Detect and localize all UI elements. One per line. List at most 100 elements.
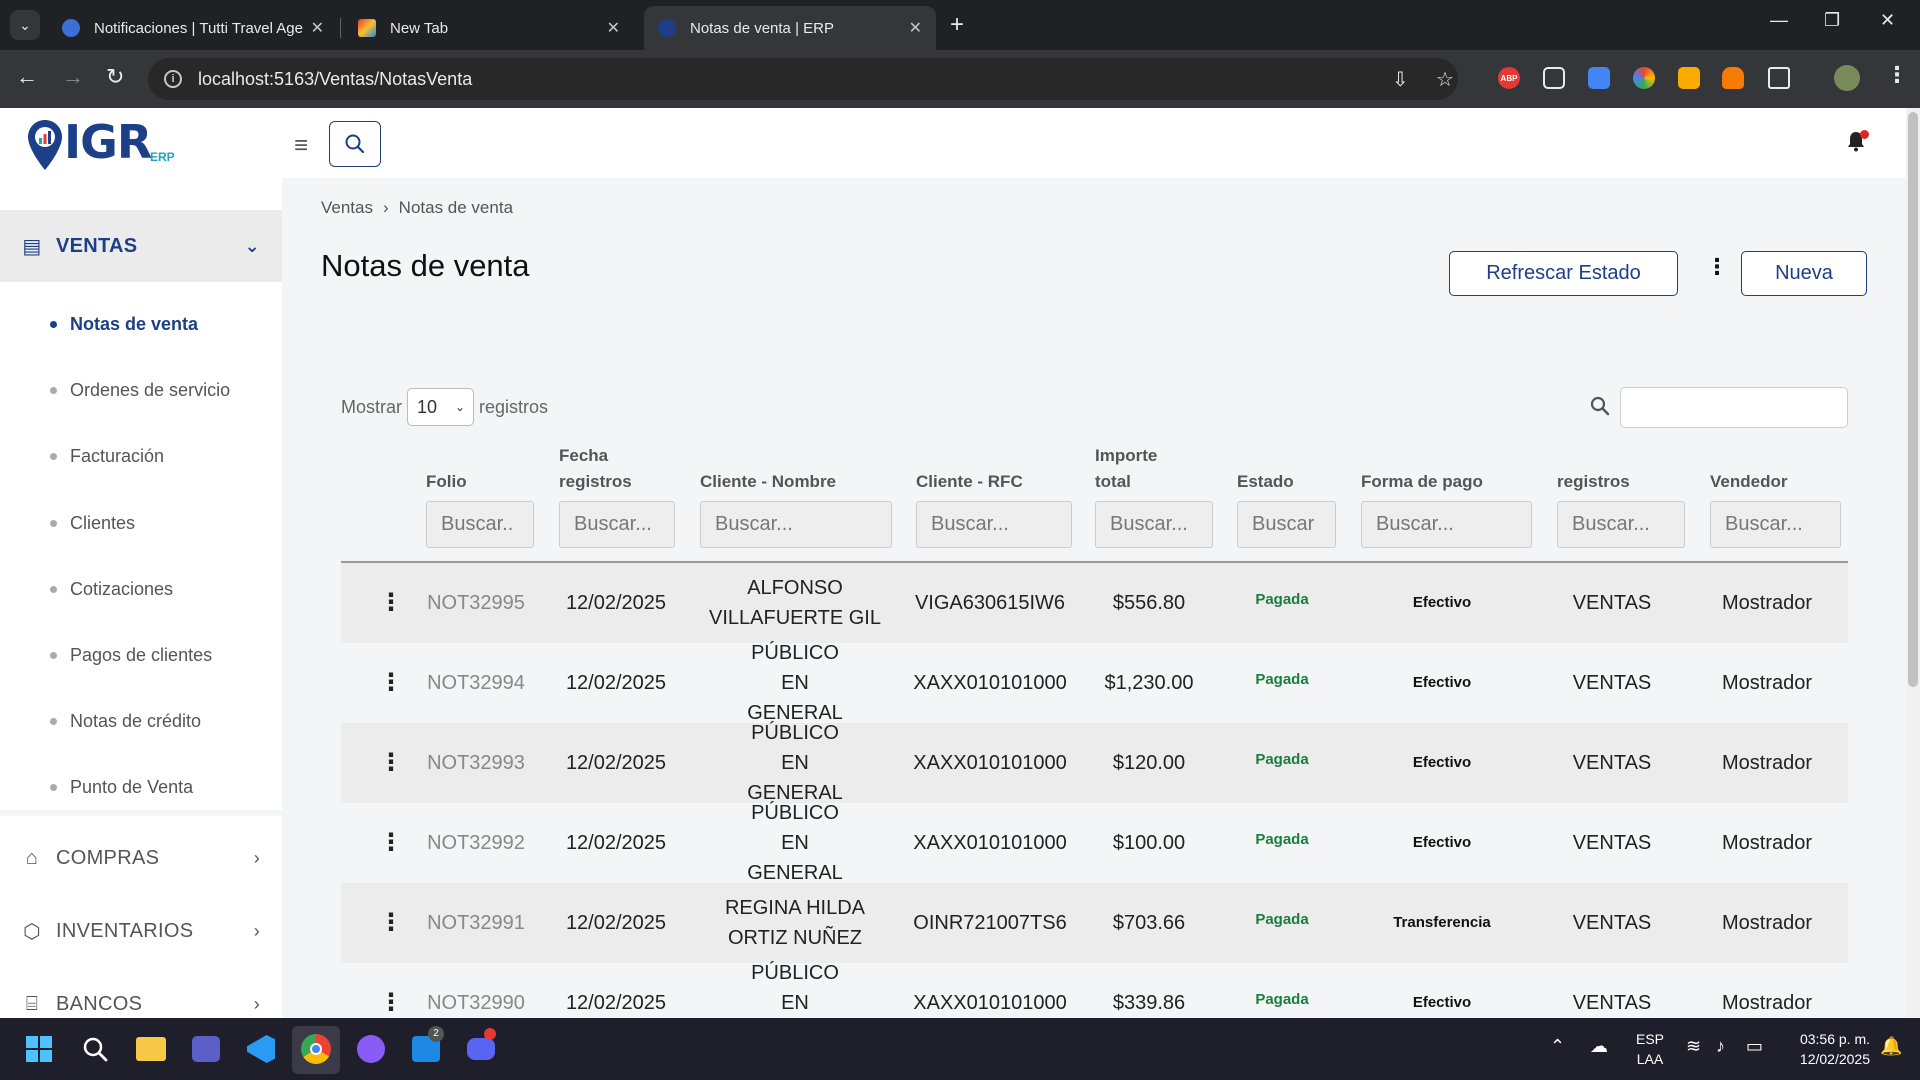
column-header-vendedor[interactable]: Vendedor xyxy=(1710,469,1787,495)
column-header-cliente-nombre[interactable]: Cliente - Nombre xyxy=(700,469,836,495)
close-icon[interactable]: ✕ xyxy=(909,18,922,38)
sidebar-section-compras[interactable]: ⌂ COMPRAS › xyxy=(0,833,282,883)
filter-cliente-nombre-input[interactable]: Buscar... xyxy=(700,501,892,548)
column-header-estado[interactable]: Estado xyxy=(1237,469,1294,495)
filter-forma-de-pago-input[interactable]: Buscar... xyxy=(1361,501,1532,548)
extension-fox-icon[interactable] xyxy=(1722,67,1744,89)
column-header-forma-de-pago[interactable]: Forma de pago xyxy=(1361,469,1483,495)
chevron-up-icon[interactable]: ⌃ xyxy=(1550,1036,1565,1057)
wifi-icon[interactable]: ≋ xyxy=(1686,1036,1701,1057)
filter-folio-input[interactable]: Buscar.. xyxy=(426,501,534,548)
extension-color-icon[interactable] xyxy=(1633,67,1655,89)
table-row[interactable]: ⋮ NOT32991 12/02/2025 REGINA HILDA ORTIZ… xyxy=(341,883,1848,963)
teams-icon[interactable] xyxy=(189,1032,223,1066)
cell-folio[interactable]: NOT32995 xyxy=(416,563,536,643)
back-icon[interactable]: ← xyxy=(16,64,38,90)
table-row[interactable]: ⋮ NOT32993 12/02/2025 PÚBLICO EN GENERAL… xyxy=(341,722,1848,804)
site-info-icon[interactable]: i xyxy=(164,70,182,88)
forward-icon[interactable]: → xyxy=(62,64,84,90)
row-actions-icon[interactable]: ⋮ xyxy=(361,803,421,883)
new-tab-button[interactable]: + xyxy=(950,12,964,38)
hamburger-menu-icon[interactable]: ≡ xyxy=(294,132,308,160)
restore-icon[interactable]: ❐ xyxy=(1824,10,1840,31)
table-row[interactable]: ⋮ NOT32992 12/02/2025 PÚBLICO EN GENERAL… xyxy=(341,802,1848,884)
sidebar-section-bancos[interactable]: ⌸ BANCOS › xyxy=(0,979,282,1018)
column-header-registros[interactable]: registros xyxy=(1557,469,1630,495)
filter-vendedor-input[interactable]: Buscar... xyxy=(1710,501,1841,548)
sidebar-item-punto-de-venta[interactable]: Punto de Venta xyxy=(50,777,193,798)
row-actions-icon[interactable]: ⋮ xyxy=(361,723,421,803)
browser-menu-icon[interactable]: ⋮ xyxy=(1886,62,1908,88)
tab-new-tab[interactable]: New Tab ✕ xyxy=(344,6,634,50)
global-search-button[interactable] xyxy=(329,121,381,167)
profile-avatar[interactable] xyxy=(1834,65,1860,91)
onedrive-cloud-icon[interactable]: ☁ xyxy=(1590,1036,1608,1057)
cell-folio[interactable]: NOT32990 xyxy=(416,963,536,1018)
reload-icon[interactable]: ↻ xyxy=(106,64,124,90)
clock[interactable]: 03:56 p. m. 12/02/2025 xyxy=(1780,1029,1870,1069)
column-header-cliente-rfc[interactable]: Cliente - RFC xyxy=(916,469,1023,495)
file-explorer-icon[interactable] xyxy=(134,1032,168,1066)
url-text[interactable]: localhost:5163/Ventas/NotasVenta xyxy=(198,69,472,90)
column-header-fecha[interactable]: Fecha registros xyxy=(559,443,649,495)
row-actions-icon[interactable]: ⋮ xyxy=(361,883,421,963)
table-row[interactable]: ⋮ NOT32994 12/02/2025 PÚBLICO EN GENERAL… xyxy=(341,642,1848,724)
adblock-extension-icon[interactable]: ABP xyxy=(1498,67,1520,89)
filter-fecha-input[interactable]: Buscar... xyxy=(559,501,675,548)
extensions-puzzle-icon[interactable] xyxy=(1768,67,1790,89)
sidebar-item-ordenes-de-servicio[interactable]: Ordenes de servicio xyxy=(50,380,230,401)
new-note-button[interactable]: Nueva xyxy=(1741,251,1867,296)
filter-registros-input[interactable]: Buscar... xyxy=(1557,501,1685,548)
sidebar-item-pagos-de-clientes[interactable]: Pagos de clientes xyxy=(50,645,212,666)
scrollbar-thumb[interactable] xyxy=(1908,112,1918,687)
volume-icon[interactable]: ♪ xyxy=(1716,1036,1725,1057)
cell-folio[interactable]: NOT32991 xyxy=(416,883,536,963)
minimize-icon[interactable]: — xyxy=(1770,10,1788,31)
extension-docs-icon[interactable] xyxy=(1588,67,1610,89)
refresh-status-button[interactable]: Refrescar Estado xyxy=(1449,251,1678,296)
sidebar-item-cotizaciones[interactable]: Cotizaciones xyxy=(50,579,173,600)
sidebar-item-clientes[interactable]: Clientes xyxy=(50,513,135,534)
sidebar-section-inventarios[interactable]: ⬡ INVENTARIOS › xyxy=(0,906,282,956)
column-header-folio[interactable]: Folio xyxy=(426,469,467,495)
tab-notificaciones[interactable]: Notificaciones | Tutti Travel Age ✕ xyxy=(48,6,338,50)
row-actions-icon[interactable]: ⋮ xyxy=(361,643,421,723)
row-actions-icon[interactable]: ⋮ xyxy=(361,963,421,1018)
sidebar-section-ventas[interactable]: ▤ VENTAS ⌄ xyxy=(0,210,282,282)
battery-icon[interactable]: ▭ xyxy=(1746,1036,1763,1057)
windows-start-icon[interactable] xyxy=(22,1032,56,1066)
notifications-bell-icon[interactable] xyxy=(1846,130,1869,158)
more-options-icon[interactable]: ⋮ xyxy=(1706,254,1728,280)
table-row[interactable]: ⋮ NOT32990 12/02/2025 PÚBLICO EN GENERAL… xyxy=(341,962,1848,1018)
chrome-icon[interactable] xyxy=(299,1032,333,1066)
close-icon[interactable]: ✕ xyxy=(607,18,620,38)
github-desktop-icon[interactable] xyxy=(354,1032,388,1066)
extension-wallet-icon[interactable] xyxy=(1678,67,1700,89)
input-language[interactable]: ESP LAA xyxy=(1630,1029,1670,1069)
notification-center-icon[interactable]: 🔔 xyxy=(1880,1036,1902,1057)
taskbar-search-icon[interactable] xyxy=(78,1032,112,1066)
sidebar-item-notas-de-venta[interactable]: Notas de venta xyxy=(50,314,198,335)
breadcrumb-ventas[interactable]: Ventas xyxy=(321,198,373,217)
close-icon[interactable]: ✕ xyxy=(311,18,324,38)
igr-logo[interactable]: IGR xyxy=(26,118,152,170)
vscode-icon[interactable] xyxy=(244,1032,278,1066)
window-close-icon[interactable]: ✕ xyxy=(1880,10,1895,31)
sidebar-item-notas-de-credito[interactable]: Notas de crédito xyxy=(50,711,201,732)
bookmark-star-icon[interactable]: ☆ xyxy=(1436,67,1454,92)
table-row[interactable]: ⋮ NOT32995 12/02/2025 ALFONSO VILLAFUERT… xyxy=(341,563,1848,643)
cell-folio[interactable]: NOT32994 xyxy=(416,643,536,723)
page-length-select[interactable]: 10 ⌄ xyxy=(407,388,475,426)
address-bar[interactable]: i localhost:5163/Ventas/NotasVenta ⇩ ☆ xyxy=(148,58,1458,100)
sidebar-item-facturacion[interactable]: Facturación xyxy=(50,446,164,467)
table-search-input[interactable] xyxy=(1620,387,1848,428)
filter-importe-input[interactable]: Buscar... xyxy=(1095,501,1213,548)
tab-notas-de-venta[interactable]: Notas de venta | ERP ✕ xyxy=(644,6,936,50)
cell-folio[interactable]: NOT32992 xyxy=(416,803,536,883)
filter-estado-input[interactable]: Buscar xyxy=(1237,501,1336,548)
install-app-icon[interactable]: ⇩ xyxy=(1392,67,1409,92)
tab-search-button[interactable]: ⌄ xyxy=(10,10,40,40)
cell-folio[interactable]: NOT32993 xyxy=(416,723,536,803)
column-header-importe[interactable]: Importe total xyxy=(1095,443,1175,495)
extension-window-icon[interactable] xyxy=(1543,67,1565,89)
